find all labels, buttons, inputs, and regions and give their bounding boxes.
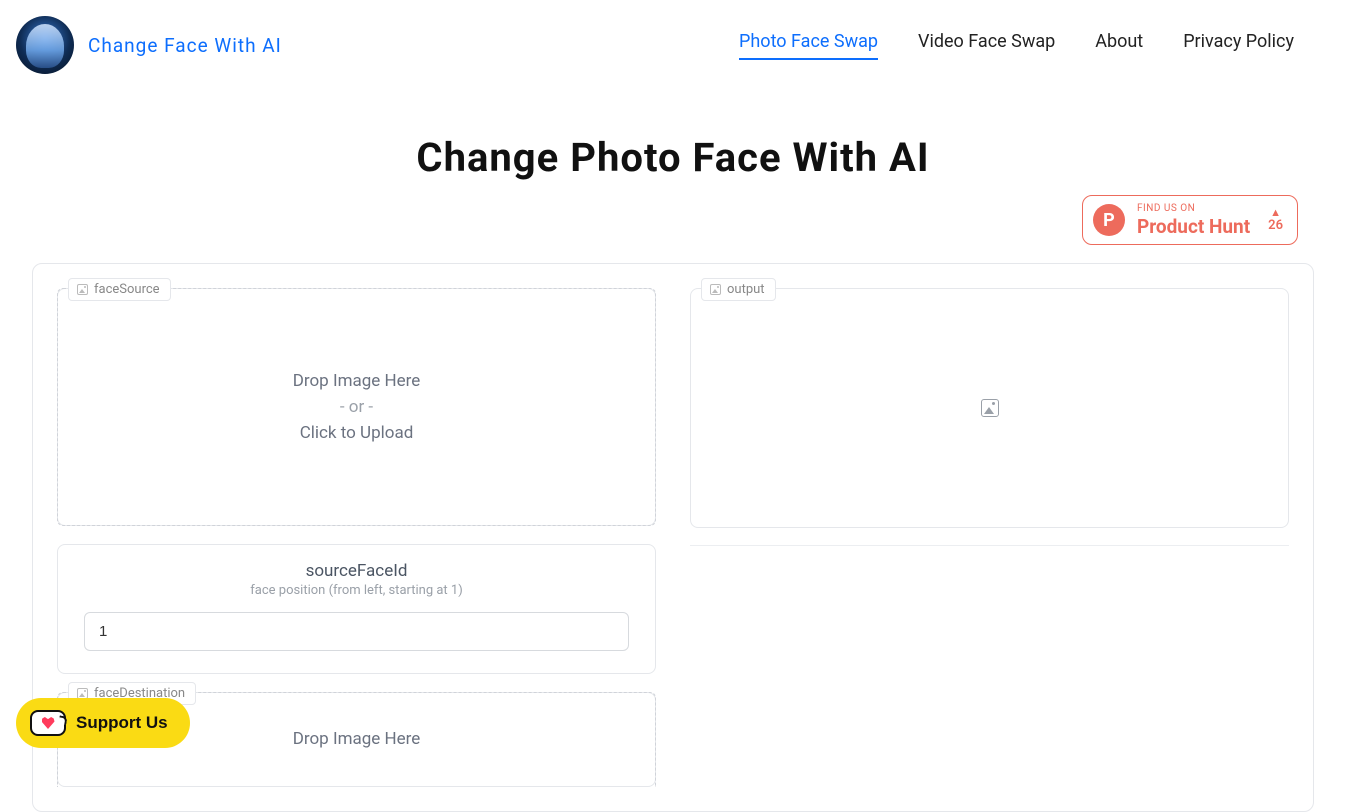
output-placeholder: [691, 289, 1288, 527]
drop-or: - or -: [340, 397, 373, 417]
nav-photo-face-swap[interactable]: Photo Face Swap: [739, 31, 878, 60]
product-hunt-bottom-line: Product Hunt: [1137, 217, 1250, 236]
drop-line-2: Click to Upload: [300, 423, 414, 443]
nav-video-face-swap[interactable]: Video Face Swap: [918, 31, 1055, 60]
face-source-tag: faceSource: [68, 278, 171, 301]
image-icon: [710, 284, 721, 295]
main-nav: Photo Face Swap Video Face Swap About Pr…: [739, 31, 1324, 60]
face-source-dropzone[interactable]: Drop Image Here - or - Click to Upload: [57, 288, 656, 526]
product-hunt-count: 26: [1268, 218, 1283, 233]
image-icon: [77, 284, 88, 295]
heart-icon: [42, 717, 55, 729]
brand-logo: [16, 16, 74, 74]
upvote-triangle-icon: ▲: [1270, 207, 1281, 218]
page-title: Change Photo Face With AI: [0, 134, 1346, 181]
brand-title: Change Face With AI: [88, 34, 282, 57]
main-content: faceSource Drop Image Here - or - Click …: [32, 263, 1314, 812]
face-source-panel: faceSource Drop Image Here - or - Click …: [57, 288, 656, 526]
product-hunt-text: FIND US ON Product Hunt: [1137, 204, 1250, 236]
output-divider: [690, 545, 1289, 546]
source-face-id-hint: face position (from left, starting at 1): [84, 583, 629, 598]
face-source-tag-label: faceSource: [94, 282, 160, 297]
coffee-heart-icon: [30, 710, 66, 736]
source-face-id-panel: sourceFaceId face position (from left, s…: [57, 544, 656, 674]
header: Change Face With AI Photo Face Swap Vide…: [0, 0, 1346, 90]
support-us-label: Support Us: [76, 713, 168, 733]
output-tag-label: output: [727, 282, 765, 297]
brand[interactable]: Change Face With AI: [16, 16, 282, 74]
image-placeholder-icon: [981, 399, 999, 417]
output-column: output: [690, 288, 1289, 546]
drop-line-1: Drop Image Here: [293, 371, 421, 391]
product-hunt-vote: ▲ 26: [1268, 207, 1283, 233]
nav-about[interactable]: About: [1095, 31, 1143, 60]
product-hunt-row: P FIND US ON Product Hunt ▲ 26: [0, 181, 1346, 245]
product-hunt-top-line: FIND US ON: [1137, 204, 1250, 214]
output-panel: output: [690, 288, 1289, 528]
product-hunt-badge[interactable]: P FIND US ON Product Hunt ▲ 26: [1082, 195, 1298, 245]
drop-line-1: Drop Image Here: [293, 729, 421, 749]
source-face-id-input[interactable]: [84, 612, 629, 651]
output-tag: output: [701, 278, 776, 301]
source-face-id-label: sourceFaceId: [84, 561, 629, 581]
nav-privacy-policy[interactable]: Privacy Policy: [1183, 31, 1294, 60]
product-hunt-icon: P: [1093, 204, 1125, 236]
support-us-button[interactable]: Support Us: [16, 698, 190, 748]
